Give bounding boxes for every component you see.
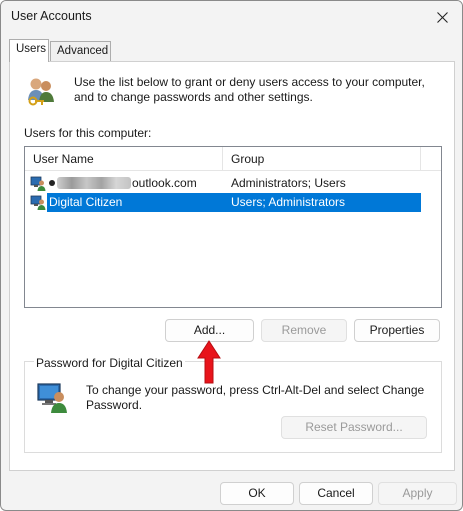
redacted-email-prefix <box>57 177 131 189</box>
red-up-arrow-icon <box>197 340 221 384</box>
intro-text: Use the list below to grant or deny user… <box>74 75 425 104</box>
user-name-cell: outlook.com <box>47 174 197 193</box>
user-name-cell: Digital Citizen <box>49 195 123 209</box>
user-computer-icon <box>37 383 67 413</box>
user-computer-icon <box>30 176 46 191</box>
users-list-label: Users for this computer: <box>24 126 152 140</box>
users-list[interactable]: User Name Group outlook.com Administrato… <box>24 146 442 308</box>
window-title: User Accounts <box>11 9 92 23</box>
add-user-button[interactable]: Add... <box>165 319 254 342</box>
users-keys-icon <box>28 78 54 106</box>
cancel-button[interactable]: Cancel <box>299 482 373 505</box>
user-email-suffix: outlook.com <box>132 176 197 190</box>
list-row[interactable]: outlook.com Administrators; Users <box>25 174 421 193</box>
apply-button[interactable]: Apply <box>378 482 457 505</box>
title-bar: User Accounts <box>1 1 462 33</box>
user-group-cell: Users; Administrators <box>231 195 346 209</box>
list-header: User Name Group <box>25 147 441 171</box>
remove-user-button[interactable]: Remove <box>261 319 347 342</box>
close-button[interactable] <box>422 1 462 33</box>
column-header-user-name[interactable]: User Name <box>25 147 223 171</box>
user-accounts-window: User Accounts Users Advanced Use the lis… <box>0 0 463 511</box>
column-header-group[interactable]: Group <box>223 147 421 171</box>
password-instructions: To change your password, press Ctrl-Alt-… <box>86 383 425 412</box>
ok-button[interactable]: OK <box>220 482 294 505</box>
properties-button[interactable]: Properties <box>354 319 440 342</box>
close-icon <box>436 11 448 23</box>
reset-password-button[interactable]: Reset Password... <box>281 416 427 439</box>
list-row[interactable]: Digital Citizen Users; Administrators <box>25 193 421 212</box>
user-group-cell: Administrators; Users <box>231 176 346 190</box>
tab-users[interactable]: Users <box>9 39 49 62</box>
password-group-title: Password for Digital Citizen <box>34 356 185 370</box>
redacted-marker <box>49 180 55 186</box>
users-tab-panel: Use the list below to grant or deny user… <box>9 61 455 471</box>
tab-advanced[interactable]: Advanced <box>50 41 111 61</box>
user-computer-icon <box>30 195 46 210</box>
